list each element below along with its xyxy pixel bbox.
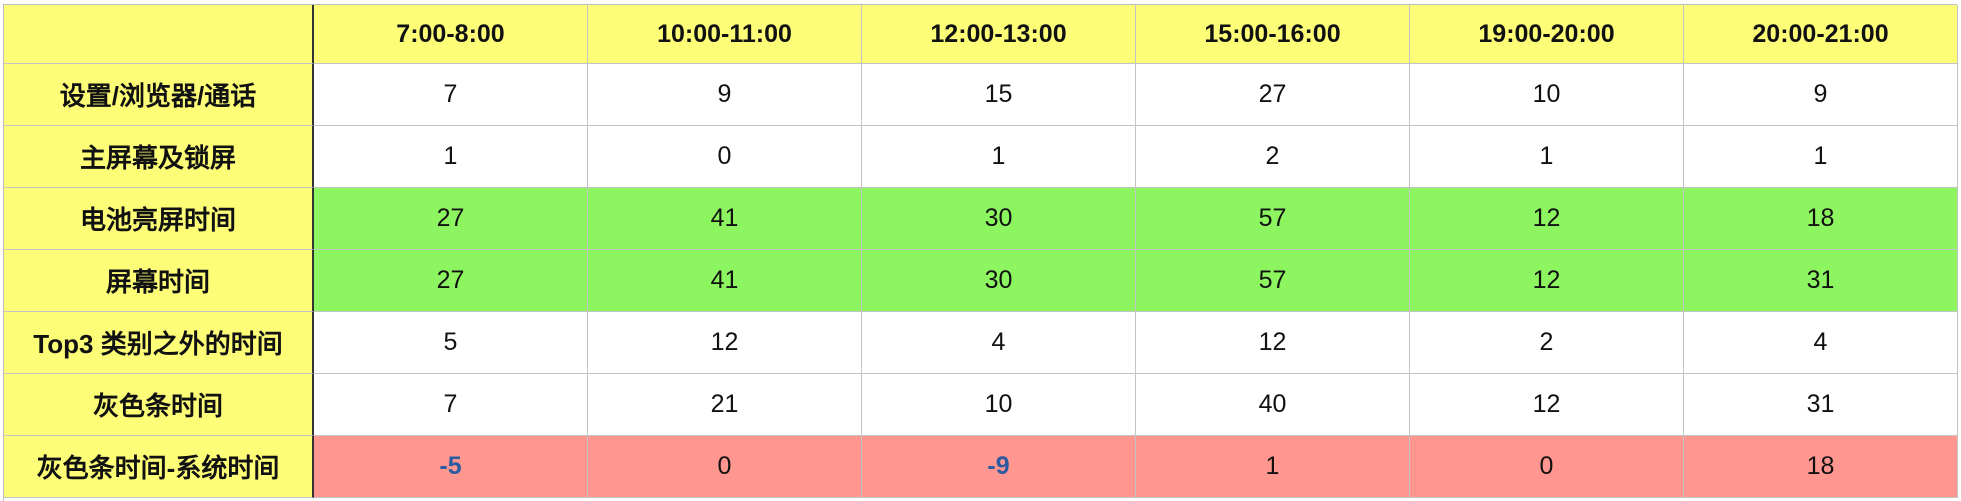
table-cell: 12 [1410, 250, 1684, 312]
table-cell: 27 [314, 250, 588, 312]
table-cell: 18 [1684, 188, 1958, 250]
row-header: 设置/浏览器/通话 [4, 64, 314, 126]
table-cell: 5 [314, 312, 588, 374]
data-table: 7:00-8:00 10:00-11:00 12:00-13:00 15:00-… [3, 4, 1958, 501]
table-cell: 10 [862, 374, 1136, 436]
table-cell: 18 [1684, 436, 1958, 498]
table-cell: 12 [588, 312, 862, 374]
table-cell: 15 [862, 64, 1136, 126]
row-header: Top3 类别之外的时间 [4, 312, 314, 374]
table-cell: 40 [1136, 374, 1410, 436]
table-cell: 27 [314, 188, 588, 250]
table-cell: 31 [1684, 374, 1958, 436]
table-cell: 10 [1410, 64, 1684, 126]
table-cell: -5 [314, 436, 588, 498]
row-header: 主屏幕及锁屏 [4, 126, 314, 188]
table-cell: 1 [862, 126, 1136, 188]
table-cell: 7 [314, 64, 588, 126]
table-cell: 1 [1410, 126, 1684, 188]
column-header: 12:00-13:00 [862, 5, 1136, 64]
table-cell: 1 [314, 126, 588, 188]
table-cell: 57 [1136, 250, 1410, 312]
table-cell: 9 [588, 64, 862, 126]
table-cell: 30 [862, 188, 1136, 250]
table-cell: 0 [1410, 436, 1684, 498]
table-cell: 1 [1136, 436, 1410, 498]
table-cell: 0 [588, 126, 862, 188]
table-cell: 27 [1136, 64, 1410, 126]
table-cell: -9 [862, 436, 1136, 498]
table-cell: 30 [862, 250, 1136, 312]
table-cell: 21 [588, 374, 862, 436]
table-cell: 12 [1410, 374, 1684, 436]
table-cell: 1 [1684, 126, 1958, 188]
row-header: 电池亮屏时间 [4, 188, 314, 250]
row-header: 屏幕时间 [4, 250, 314, 312]
table-cell: 2 [1410, 312, 1684, 374]
table-cell: 7 [314, 374, 588, 436]
table-cell: 31 [1684, 250, 1958, 312]
row-header: 灰色条时间-系统时间 [4, 436, 314, 498]
row-header: 灰色条时间 [4, 374, 314, 436]
column-header: 19:00-20:00 [1410, 5, 1684, 64]
table-cell: 4 [1684, 312, 1958, 374]
table-cell: 41 [588, 250, 862, 312]
table-cell: 57 [1136, 188, 1410, 250]
table-cell: 4 [862, 312, 1136, 374]
table-cell: 2 [1136, 126, 1410, 188]
corner-cell [4, 5, 314, 64]
column-header: 10:00-11:00 [588, 5, 862, 64]
column-header: 7:00-8:00 [314, 5, 588, 64]
column-header: 15:00-16:00 [1136, 5, 1410, 64]
table-cell: 41 [588, 188, 862, 250]
table-cell: 12 [1410, 188, 1684, 250]
table-cell: 0 [588, 436, 862, 498]
table-cell: 9 [1684, 64, 1958, 126]
column-header: 20:00-21:00 [1684, 5, 1958, 64]
table-cell: 12 [1136, 312, 1410, 374]
